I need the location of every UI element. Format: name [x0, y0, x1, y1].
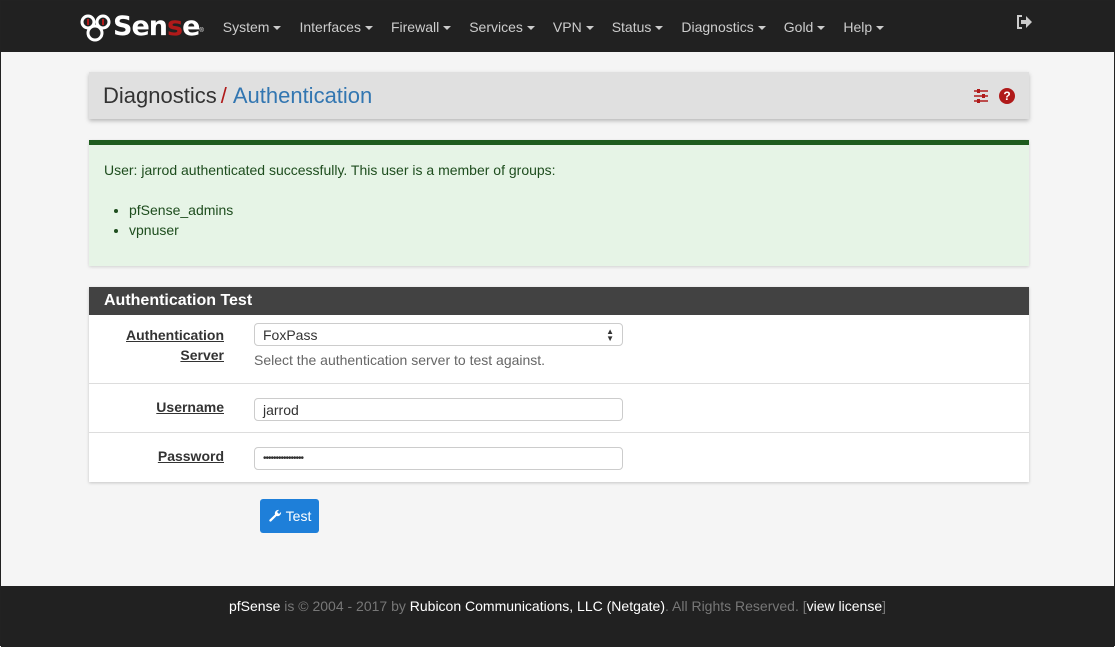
footer-brand[interactable]: pfSense — [229, 598, 280, 614]
logo-text: Sense — [113, 11, 200, 42]
menu-system[interactable]: System — [214, 19, 291, 35]
menu-interfaces[interactable]: Interfaces — [290, 19, 381, 35]
auth-test-panel: Authentication Test Authentication Serve… — [89, 287, 1029, 482]
group-item: pfSense_admins — [129, 200, 1014, 220]
breadcrumb-parent[interactable]: Diagnostics — [103, 83, 217, 109]
caret-down-icon — [364, 25, 373, 30]
footer-text: ] — [882, 598, 886, 614]
footer: pfSense is © 2004 - 2017 by Rubicon Comm… — [1, 586, 1114, 647]
password-input[interactable]: •••••••••••••••• — [254, 447, 623, 470]
breadcrumb-current[interactable]: Authentication — [233, 83, 372, 109]
group-list: pfSense_admins vpnuser — [129, 200, 1014, 240]
server-label: Authentication Server — [126, 327, 224, 363]
breadcrumb-separator: / — [220, 82, 227, 108]
help-icon[interactable]: ? — [999, 87, 1015, 104]
caret-down-icon — [443, 25, 452, 30]
select-value: FoxPass — [263, 326, 318, 343]
test-button[interactable]: Test — [260, 499, 319, 533]
menu-label: Services — [469, 18, 523, 35]
menu-services[interactable]: Services — [460, 19, 544, 35]
menu-label: Status — [611, 18, 652, 35]
logout-icon[interactable] — [1016, 15, 1032, 29]
test-button-label: Test — [285, 508, 312, 524]
footer-company-link[interactable]: Rubicon Communications, LLC (Netgate) — [410, 598, 665, 614]
footer-text: is © 2004 - 2017 by — [280, 598, 410, 614]
caret-down-icon — [273, 25, 282, 30]
menu-status[interactable]: Status — [603, 19, 673, 35]
auth-server-select[interactable]: FoxPass ▲ ▼ — [254, 323, 623, 346]
footer-text: . All Rights Reserved. [ — [665, 598, 807, 614]
caret-down-icon — [817, 25, 826, 30]
view-license-link[interactable]: view license — [807, 598, 882, 614]
password-label: Password — [157, 448, 224, 464]
menu-label: Diagnostics — [681, 18, 754, 35]
group-item: vpnuser — [129, 220, 1014, 240]
username-value: jarrod — [263, 401, 299, 418]
caret-down-icon — [876, 25, 885, 30]
caret-down-icon — [757, 25, 766, 30]
caret-down-icon — [585, 25, 594, 30]
username-label: Username — [156, 399, 224, 415]
panel-title: Authentication Test — [89, 287, 1029, 315]
menu-gold[interactable]: Gold — [775, 19, 835, 35]
menu-label: VPN — [552, 18, 582, 35]
username-input[interactable]: jarrod — [254, 398, 623, 421]
logo-circles-icon — [80, 14, 111, 41]
menu-label: Gold — [783, 18, 814, 35]
pfsense-logo[interactable]: Sense ® — [79, 11, 204, 42]
select-arrows-icon: ▲ ▼ — [606, 326, 614, 343]
wrench-icon — [268, 509, 281, 522]
sliders-icon[interactable] — [973, 88, 989, 104]
menu-vpn[interactable]: VPN — [544, 19, 603, 35]
menu-help[interactable]: Help — [834, 19, 893, 35]
server-help: Select the authentication server to test… — [254, 352, 546, 368]
menu-label: System — [222, 18, 270, 35]
alert-message: User: jarrod authenticated successfully.… — [104, 162, 556, 178]
menu-firewall[interactable]: Firewall — [382, 19, 460, 35]
menu-label: Interfaces — [299, 18, 361, 35]
breadcrumb: Diagnostics / Authentication ? — [89, 72, 1029, 119]
success-alert: User: jarrod authenticated successfully.… — [89, 140, 1029, 266]
menu-label: Firewall — [390, 18, 440, 35]
menu-label: Help — [843, 18, 873, 35]
password-value: •••••••••••••••• — [263, 453, 304, 464]
top-navbar: Sense ® System Interfaces Firewall Servic… — [1, 1, 1114, 52]
menu-diagnostics[interactable]: Diagnostics — [672, 19, 774, 35]
caret-down-icon — [526, 25, 535, 30]
caret-down-icon — [655, 25, 664, 30]
